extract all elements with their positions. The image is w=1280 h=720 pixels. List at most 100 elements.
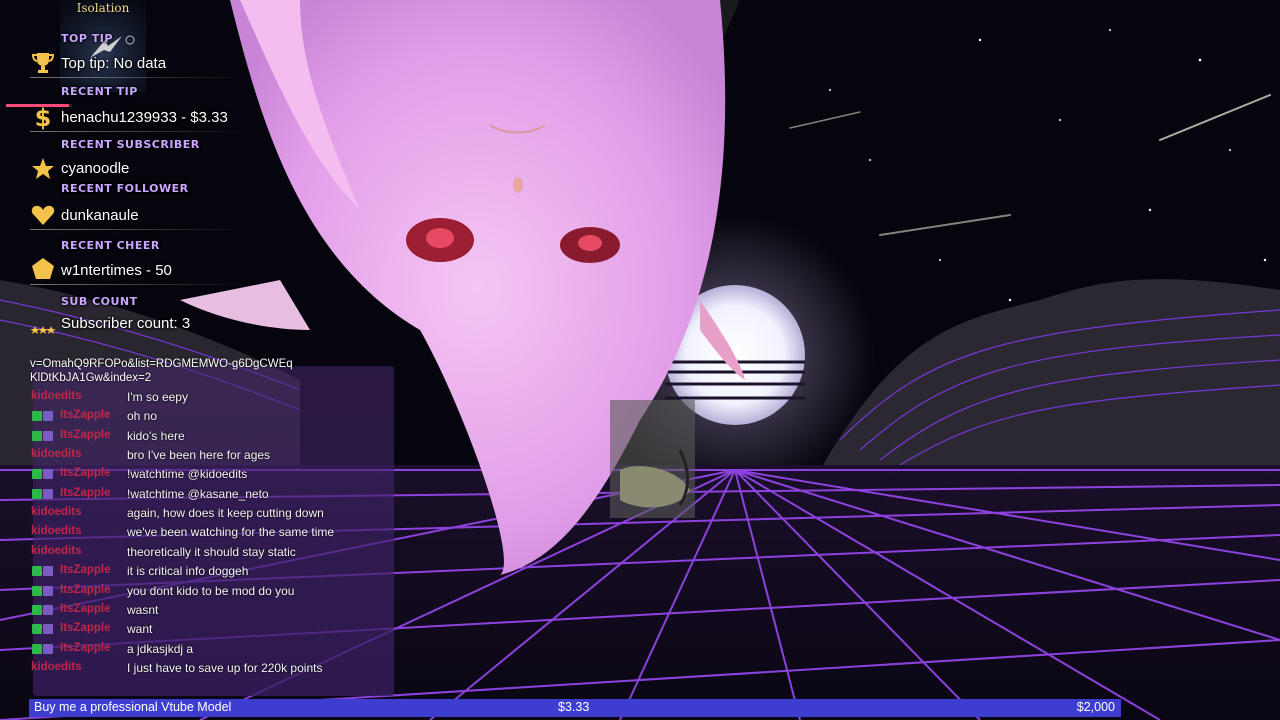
- chat-username[interactable]: kidoedits: [31, 390, 81, 402]
- goal-current: $3.33: [558, 700, 590, 714]
- album-art: Isolation: [60, 0, 146, 92]
- chat-message: ItsZapple you dont kido to be mod do you: [30, 583, 390, 602]
- trophy-icon: [31, 53, 55, 73]
- chat-badges: [32, 624, 54, 638]
- chat-badges: [32, 411, 54, 425]
- chat-message-text: wasnt: [127, 602, 159, 617]
- subscriber-badge-icon: [43, 430, 53, 441]
- chat-message: kidoedits theoretically it should stay st…: [30, 544, 390, 563]
- divider: [30, 229, 250, 230]
- subscriber-badge-icon: [43, 585, 53, 596]
- recent-follower-heading: RECENT FOLLOWER: [61, 182, 189, 195]
- chat-badges: [32, 604, 54, 619]
- verified-badge-icon: [32, 411, 42, 422]
- chat-username[interactable]: kidoedits: [31, 448, 81, 460]
- chat-message: kidoedits we've been watching for the sam…: [30, 524, 390, 543]
- chat-username[interactable]: ItsZapple: [60, 622, 110, 634]
- heart-icon: [31, 205, 55, 225]
- recent-subscriber-value: cyanoodle: [61, 160, 130, 177]
- chat-message: ItsZapple oh no: [30, 408, 390, 427]
- chat-username[interactable]: kidoedits: [31, 525, 81, 537]
- recent-cheer-heading: RECENT CHEER: [61, 239, 160, 252]
- goal-target: $2,000: [1076, 700, 1115, 714]
- recent-follower-value: dunkanaule: [61, 207, 139, 224]
- chat-message-text: bro I've been here for ages: [127, 448, 271, 463]
- chat-username[interactable]: kidoedits: [31, 506, 81, 518]
- verified-badge-icon: [32, 430, 42, 441]
- chat-username[interactable]: kidoedits: [31, 661, 81, 673]
- chat-message-text: again, how does it keep cutting down: [127, 506, 324, 521]
- donation-goal-bar: Buy me a professional Vtube Model $3.33 …: [29, 699, 1121, 717]
- chat-username[interactable]: ItsZapple: [60, 467, 110, 479]
- verified-badge-icon: [32, 585, 42, 596]
- subscriber-badge-icon: [43, 566, 53, 577]
- chat-message-text: want: [127, 622, 153, 637]
- subscriber-badge-icon: [43, 488, 53, 499]
- chat-message-text: !watchtime @kasane_neto: [127, 486, 269, 501]
- verified-badge-icon: [32, 643, 42, 654]
- divider: [30, 131, 250, 132]
- chat-badges: [32, 430, 54, 445]
- chat-message: ItsZapple !watchtime @kidoedits: [30, 466, 390, 485]
- chat-username[interactable]: ItsZapple: [60, 487, 110, 499]
- svg-text:$: $: [35, 104, 52, 130]
- chat-message: ItsZapple kido's here: [30, 428, 390, 447]
- recent-cheer-value: w1ntertimes - 50: [61, 262, 172, 279]
- chat-message: ItsZapple it is critical info doggeh: [30, 563, 390, 582]
- chat-message: kidoedits I'm so eepy: [30, 389, 390, 408]
- goal-label: Buy me a professional Vtube Model: [34, 700, 232, 714]
- verified-badge-icon: [32, 624, 42, 635]
- chat-username[interactable]: ItsZapple: [60, 429, 110, 441]
- chat-message-text: I just have to save up for 220k points: [127, 660, 323, 675]
- chat-message-text: oh no: [127, 409, 158, 424]
- chat-message: ItsZapple a jdkasjkdj a: [30, 641, 390, 660]
- divider: [30, 77, 250, 78]
- chat-message: ItsZapple !watchtime @kasane_neto: [30, 486, 390, 505]
- chat-username[interactable]: kidoedits: [31, 545, 81, 557]
- chat-username[interactable]: ItsZapple: [60, 584, 110, 596]
- chat-username[interactable]: ItsZapple: [60, 409, 110, 421]
- subscriber-badge-icon: [43, 411, 53, 422]
- chat-badges: [32, 469, 54, 483]
- chat-message-text: kido's here: [127, 428, 185, 443]
- chat-message: ItsZapple wasnt: [30, 602, 390, 621]
- sub-count-heading: SUB COUNT: [61, 295, 138, 308]
- subscriber-badge-icon: [43, 604, 53, 615]
- chat-badges: [32, 585, 54, 600]
- verified-badge-icon: [32, 469, 42, 480]
- chat-message-text: !watchtime @kidoedits: [127, 467, 248, 482]
- divider: [30, 284, 250, 285]
- subscriber-badge-icon: [43, 643, 53, 654]
- chat-url-text: v=OmahQ9RFOPo&list=RDGMEMWO-g6DgCWEqKlDt…: [30, 358, 293, 384]
- album-art-graphic: [90, 35, 135, 58]
- chat-message-text: I'm so eepy: [127, 390, 188, 404]
- chat-badges: [32, 488, 54, 503]
- stars-icon: [30, 326, 56, 334]
- gem-icon: [32, 258, 54, 279]
- star-icon: [32, 158, 54, 179]
- chat-username[interactable]: ItsZapple: [60, 642, 110, 654]
- chat-message-text: theoretically it should stay static: [127, 544, 296, 559]
- chat-message-text: it is critical info doggeh: [127, 564, 249, 579]
- dollar-icon: $: [35, 104, 52, 130]
- chat-message-text: we've been watching for the same time: [127, 525, 335, 540]
- chat-message-text: you dont kido to be mod do you: [127, 583, 295, 598]
- verified-badge-icon: [32, 604, 42, 615]
- chat-message: kidoedits again, how does it keep cutting…: [30, 505, 390, 524]
- chat-message-text: a jdkasjkdj a: [127, 641, 194, 656]
- chat-message: kidoedits bro I've been here for ages: [30, 447, 390, 466]
- recent-tip-value: henachu1239933 - $3.33: [61, 109, 228, 126]
- chat-username[interactable]: ItsZapple: [60, 564, 110, 576]
- top-tip-heading: TOP TIP: [61, 32, 113, 45]
- subscriber-badge-icon: [43, 469, 53, 480]
- chat-badges: [32, 643, 54, 658]
- recent-subscriber-heading: RECENT SUBSCRIBER: [61, 138, 200, 151]
- verified-badge-icon: [32, 566, 42, 577]
- verified-badge-icon: [32, 488, 42, 499]
- subscriber-badge-icon: [43, 624, 53, 635]
- chat-username[interactable]: ItsZapple: [60, 603, 110, 615]
- chat-message: kidoedits I just have to save up for 220k…: [30, 660, 390, 679]
- chat-message: ItsZapple want: [30, 621, 390, 640]
- recent-tip-heading: RECENT TIP: [61, 85, 138, 98]
- sub-count-value: Subscriber count: 3: [61, 315, 191, 332]
